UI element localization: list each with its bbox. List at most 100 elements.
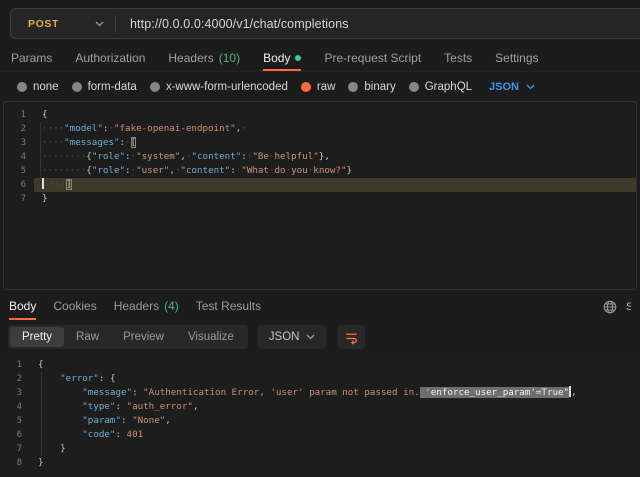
view-pretty[interactable]: Pretty: [10, 327, 64, 347]
request-language-select[interactable]: JSON: [489, 81, 535, 93]
line-number: 3: [0, 386, 30, 400]
request-tab-body[interactable]: Body: [263, 48, 301, 71]
request-tab-params[interactable]: Params: [11, 48, 52, 71]
tab-label: Params: [11, 51, 52, 65]
response-language-select[interactable]: JSON: [258, 325, 327, 349]
indent-guide: [40, 164, 41, 178]
url-input[interactable]: http://0.0.0.0:4000/v1/chat/completions: [116, 17, 349, 31]
code-line-3[interactable]: 3 "message": "Authentication Error, 'use…: [0, 386, 640, 400]
code-line-1[interactable]: 1{: [4, 108, 636, 122]
code-line-6[interactable]: 6····]: [4, 178, 636, 192]
indent-guide: [40, 122, 41, 136]
radio-icon: [150, 82, 160, 92]
mode-label: GraphQL: [425, 81, 472, 93]
line-number: 4: [4, 150, 34, 164]
response-toolbar: PrettyRawPreviewVisualize JSON: [8, 325, 640, 349]
tab-label: Body: [263, 51, 290, 65]
line-number: 1: [0, 358, 30, 372]
code-text: {: [34, 108, 636, 122]
line-number: 2: [0, 372, 30, 386]
code-line-8[interactable]: 8}: [0, 456, 640, 470]
code-line-4[interactable]: 4········{"role":·"system",·"content":·"…: [4, 150, 636, 164]
code-line-6[interactable]: 6 "code": 401: [0, 428, 640, 442]
code-line-7[interactable]: 7}: [4, 192, 636, 206]
code-text: }: [34, 192, 636, 206]
body-mode-graphql[interactable]: GraphQL: [409, 81, 472, 93]
request-tab-pre-request-script[interactable]: Pre-request Script: [324, 48, 421, 71]
tab-label: Headers: [168, 51, 213, 65]
code-text: ····]: [34, 178, 636, 192]
tab-count-badge: (4): [164, 299, 179, 313]
mode-label: none: [33, 81, 59, 93]
body-mode-row: none form-data x-www-form-urlencoded rawbin…: [0, 72, 640, 101]
body-mode-form-data[interactable]: form-data: [72, 81, 137, 93]
indent-guide: [41, 386, 42, 400]
request-tab-headers[interactable]: Headers (10): [168, 48, 240, 71]
line-number: 7: [4, 192, 34, 206]
body-mode-x-www-form-urlencoded[interactable]: x-www-form-urlencoded: [150, 81, 288, 93]
radio-icon: [409, 82, 419, 92]
tab-label: Pre-request Script: [324, 51, 421, 65]
line-number: 2: [4, 122, 34, 136]
body-mode-options: none form-data x-www-form-urlencoded rawbin…: [17, 81, 485, 93]
tab-label: Tests: [444, 51, 472, 65]
code-line-2[interactable]: 2····"model":·"fake-openai-endpoint",·: [4, 122, 636, 136]
request-tab-tests[interactable]: Tests: [444, 48, 472, 71]
wrap-text-button[interactable]: [338, 325, 365, 349]
code-text: ········{"role":·"user",·"content":·"Wha…: [34, 164, 636, 178]
response-tab-headers[interactable]: Headers(4): [114, 293, 179, 320]
response-section: Body Cookies Headers(4) Test Results S Pret…: [0, 292, 640, 477]
indent-guide: [41, 414, 42, 428]
line-number: 6: [0, 428, 30, 442]
code-text: "type": "auth_error",: [30, 400, 640, 414]
view-visualize[interactable]: Visualize: [176, 327, 246, 347]
request-url-row: POST http://0.0.0.0:4000/v1/chat/complet…: [0, 0, 640, 48]
line-number: 5: [0, 414, 30, 428]
code-text: "error": {: [30, 372, 640, 386]
line-number: 1: [4, 108, 34, 122]
response-tabs: Body Cookies Headers(4) Test Results S: [0, 293, 640, 320]
method-selector[interactable]: POST: [11, 9, 115, 38]
indent-guide: [40, 178, 41, 192]
url-bar: POST http://0.0.0.0:4000/v1/chat/complet…: [10, 8, 640, 39]
line-number: 5: [4, 164, 34, 178]
code-line-5[interactable]: 5········{"role":·"user",·"content":·"Wh…: [4, 164, 636, 178]
code-line-3[interactable]: 3····"messages":·[: [4, 136, 636, 150]
body-mode-binary[interactable]: binary: [348, 81, 395, 93]
response-body-editor[interactable]: 1{2 "error": {3 "message": "Authenticati…: [0, 354, 640, 477]
radio-icon: [72, 82, 82, 92]
method-label: POST: [28, 18, 59, 30]
view-raw[interactable]: Raw: [64, 327, 111, 347]
request-body-editor[interactable]: 1{2····"model":·"fake-openai-endpoint",·…: [3, 101, 637, 290]
request-tab-authorization[interactable]: Authorization: [75, 48, 145, 71]
tab-count-badge: (10): [219, 51, 240, 65]
status-text-clipped: S: [626, 301, 631, 313]
indent-guide: [41, 428, 42, 442]
response-tab-test-results[interactable]: Test Results: [196, 293, 261, 320]
globe-icon[interactable]: [603, 300, 617, 314]
code-line-2[interactable]: 2 "error": {: [0, 372, 640, 386]
body-mode-none[interactable]: none: [17, 81, 59, 93]
line-number: 8: [0, 456, 30, 470]
code-line-5[interactable]: 5 "param": "None",: [0, 414, 640, 428]
response-tab-cookies[interactable]: Cookies: [53, 293, 96, 320]
response-tab-body[interactable]: Body: [9, 293, 36, 320]
tab-label: Test Results: [196, 299, 261, 313]
line-number: 3: [4, 136, 34, 150]
tab-label: Cookies: [53, 299, 96, 313]
request-tabs: Params Authorization Headers (10) Body Pre-re…: [0, 48, 640, 72]
line-number: 6: [4, 178, 34, 192]
response-language-label: JSON: [269, 331, 300, 343]
code-line-7[interactable]: 7 }: [0, 442, 640, 456]
code-text: }: [30, 456, 640, 470]
code-line-4[interactable]: 4 "type": "auth_error",: [0, 400, 640, 414]
request-tab-settings[interactable]: Settings: [495, 48, 538, 71]
indent-guide: [40, 150, 41, 164]
body-mode-raw[interactable]: raw: [301, 81, 336, 93]
radio-icon: [348, 82, 358, 92]
tab-label: Authorization: [75, 51, 145, 65]
indent-guide: [40, 136, 41, 150]
code-line-1[interactable]: 1{: [0, 358, 640, 372]
indent-guide: [41, 372, 42, 386]
view-preview[interactable]: Preview: [111, 327, 176, 347]
